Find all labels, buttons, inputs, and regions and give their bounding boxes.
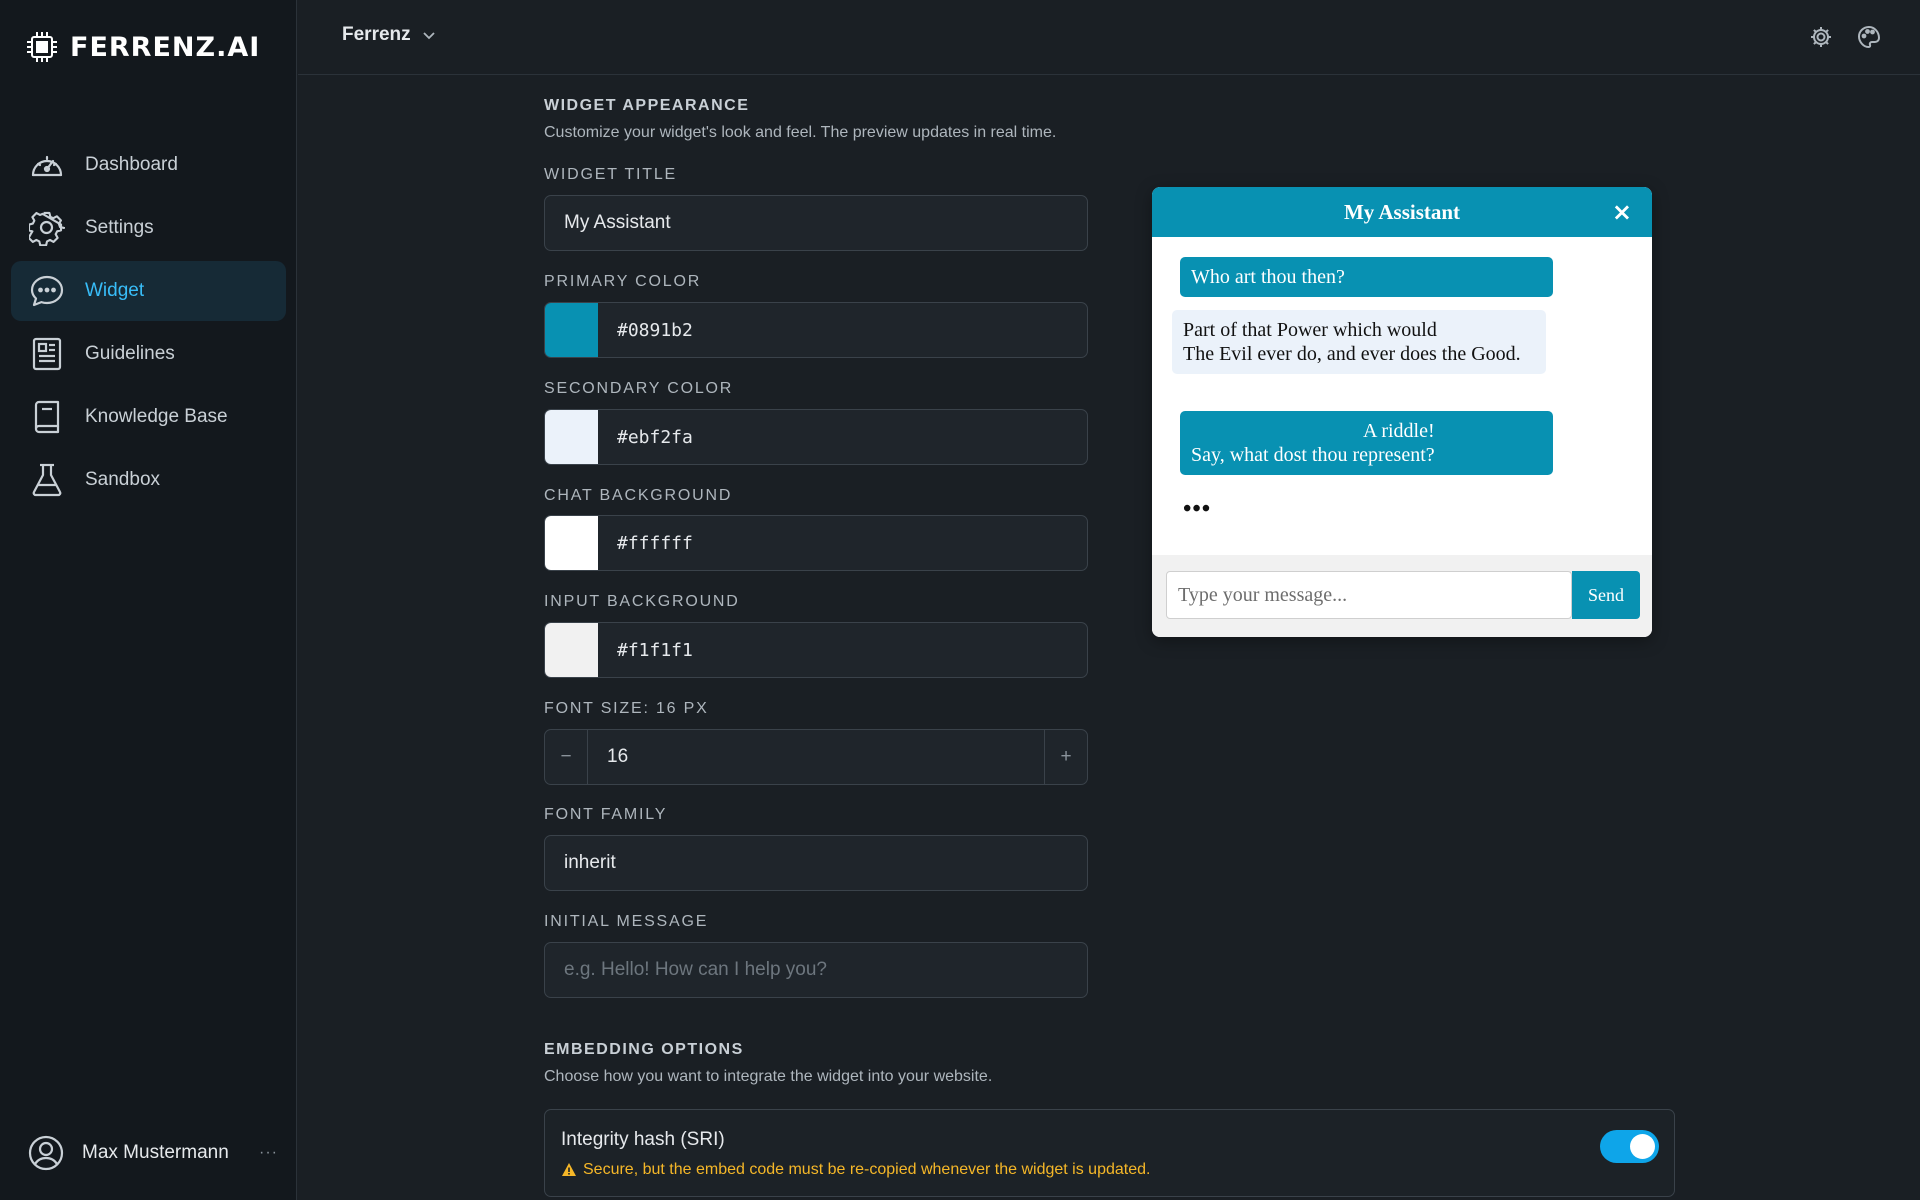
widget-message-input[interactable]: Type your message... [1166,571,1572,619]
warning-icon [562,1163,576,1176]
sri-warning-text: Secure, but the embed code must be re-co… [583,1161,1151,1178]
increment-button[interactable]: + [1044,730,1087,784]
sidebar-item-dashboard[interactable]: Dashboard [11,135,286,195]
sidebar-item-knowledge-base[interactable]: Knowledge Base [11,387,286,447]
font-family-input[interactable]: inherit [544,835,1088,891]
logo-text: FERRENZ.AI [70,31,261,63]
sri-toggle[interactable] [1600,1130,1659,1163]
initial-message-input[interactable]: e.g. Hello! How can I help you? [544,942,1088,998]
widget-title: My Assistant [1343,199,1461,224]
widget-title-input[interactable]: My Assistant [544,195,1088,251]
sidebar: FERRENZ.AI Dashboard Settings Widget Gui… [0,0,297,1200]
toggle-knob [1630,1134,1655,1159]
primary-color-field[interactable]: #0891b2 [544,302,1088,358]
primary-color-value: #0891b2 [617,319,693,341]
font-size-value[interactable]: 16 [588,746,1044,768]
sri-warning: Secure, but the embed code must be re-co… [561,1161,1150,1179]
section-title-appearance: WIDGET APPEARANCE [544,97,750,114]
sidebar-item-settings[interactable]: Settings [11,198,286,258]
gauge-icon [31,155,63,177]
topbar: Ferrenz [298,0,1920,75]
initial-message-placeholder: e.g. Hello! How can I help you? [564,959,827,980]
decrement-button[interactable]: − [545,730,588,784]
chat-message-user: A riddle! Say, what dost thou represent? [1180,411,1553,475]
widget-title-value: My Assistant [564,212,671,233]
widget-preview: My Assistant × Who art thou then? Part o… [1152,187,1652,637]
section-description-embedding: Choose how you want to integrate the wid… [544,1068,993,1085]
sidebar-nav: Dashboard Settings Widget Guidelines Kno… [11,135,286,513]
secondary-color-label: SECONDARY COLOR [544,380,734,397]
flask-icon [32,463,62,497]
input-background-field[interactable]: #f1f1f1 [544,622,1088,678]
chat-bubble-icon [30,275,64,307]
sidebar-item-label: Sandbox [85,469,161,490]
widget-message-placeholder: Type your message... [1178,583,1348,606]
settings-icon[interactable] [1808,24,1834,50]
chat-background-swatch[interactable] [545,516,598,570]
primary-color-label: PRIMARY COLOR [544,273,702,290]
sidebar-item-label: Dashboard [85,154,178,175]
send-button[interactable]: Send [1572,571,1640,619]
font-family-value: inherit [564,852,616,873]
chevron-down-icon [423,32,435,40]
section-description-appearance: Customize your widget's look and feel. T… [544,124,1057,141]
sidebar-item-sandbox[interactable]: Sandbox [11,450,286,510]
workspace-selector[interactable]: Ferrenz [342,24,437,46]
input-background-swatch[interactable] [545,623,598,677]
sidebar-item-widget[interactable]: Widget [11,261,286,321]
widget-input-area: Type your message... Send [1152,555,1652,637]
close-icon[interactable]: × [1612,199,1632,225]
user-avatar-icon [28,1135,64,1171]
widget-title-label: WIDGET TITLE [544,166,678,183]
user-name: Max Mustermann [82,1142,229,1163]
workspace-name: Ferrenz [342,24,411,45]
secondary-color-field[interactable]: #ebf2fa [544,409,1088,465]
font-family-label: FONT FAMILY [544,806,668,823]
sri-title: Integrity hash (SRI) [561,1129,725,1150]
sidebar-item-label: Guidelines [85,343,175,364]
chat-background-field[interactable]: #ffffff [544,515,1088,571]
user-menu[interactable]: Max Mustermann ··· [28,1135,278,1171]
palette-icon[interactable] [1856,24,1882,50]
input-background-value: #f1f1f1 [617,639,693,661]
font-size-stepper: − 16 + [544,729,1088,785]
document-icon [32,337,62,371]
sri-option-card: Integrity hash (SRI) Secure, but the emb… [544,1109,1675,1197]
chip-icon [27,32,57,62]
input-background-label: INPUT BACKGROUND [544,593,740,610]
sidebar-item-label: Settings [85,217,154,238]
section-title-embedding: EMBEDDING OPTIONS [544,1041,744,1058]
primary-color-swatch[interactable] [545,303,598,357]
logo[interactable]: FERRENZ.AI [26,30,260,64]
chat-background-label: CHAT BACKGROUND [544,487,733,504]
chat-background-value: #ffffff [617,532,693,554]
widget-header: My Assistant × [1152,187,1652,237]
chat-message-bot: Part of that Power which would The Evil … [1172,310,1546,374]
chat-message-user: Who art thou then? [1180,257,1553,297]
gear-icon [29,211,65,246]
widget-chat-body: Who art thou then? Part of that Power wh… [1152,237,1652,555]
secondary-color-swatch[interactable] [545,410,598,464]
typing-indicator: ••• [1183,496,1212,522]
sidebar-item-guidelines[interactable]: Guidelines [11,324,286,384]
more-options-icon[interactable]: ··· [259,1144,278,1162]
book-icon [34,400,60,434]
secondary-color-value: #ebf2fa [617,426,693,448]
sidebar-item-label: Widget [85,280,145,301]
font-size-label: FONT SIZE: 16 PX [544,700,709,717]
initial-message-label: INITIAL MESSAGE [544,913,709,930]
sidebar-item-label: Knowledge Base [85,406,228,427]
